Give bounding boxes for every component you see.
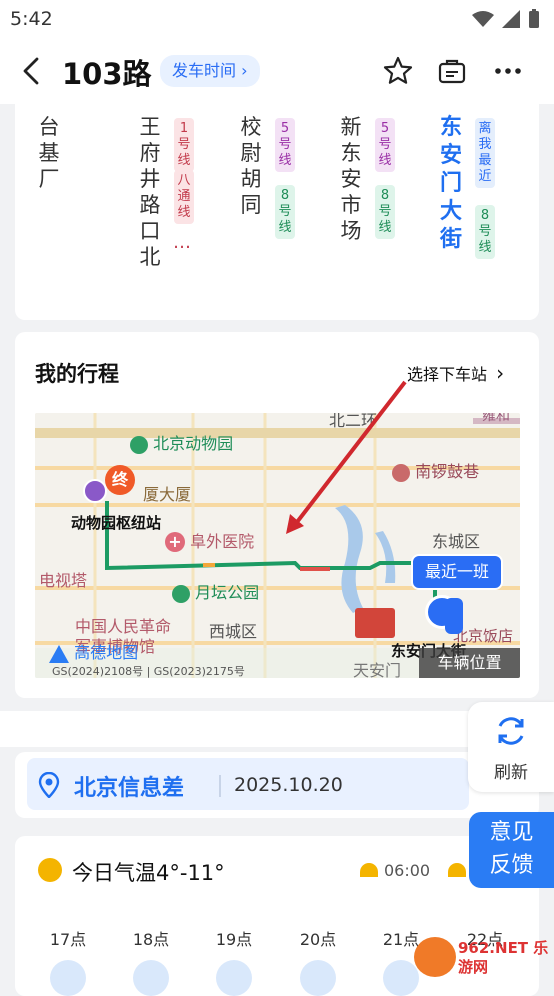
subway-tag: 5号线	[275, 118, 295, 172]
trip-title: 我的行程	[35, 362, 119, 386]
watermark: 962.NET 乐游网	[414, 935, 554, 981]
nearest-bus-bubble[interactable]: 最近一班	[411, 554, 503, 590]
status-bar: 5:42	[0, 0, 554, 40]
chevron-right-icon: ›	[496, 361, 505, 385]
subway-tag: 5号线	[375, 118, 395, 172]
moon-icon	[216, 960, 252, 996]
map-brand: 高德地图	[49, 639, 138, 663]
select-stop-label: 选择下车站	[407, 365, 488, 384]
annotation-arrow	[286, 380, 407, 534]
subway-tag: 8号线	[475, 205, 495, 259]
feedback-label-2: 反馈	[489, 853, 534, 878]
stop-name: 校尉胡同	[240, 115, 262, 217]
hour-item: 18点	[132, 930, 170, 949]
sunrise-time: 06:00	[384, 861, 431, 880]
hour-item: 19点	[215, 930, 253, 949]
tvtower-label: 电视塔	[39, 571, 88, 590]
stop-donganmen-current[interactable]: 东安门大街	[438, 114, 464, 254]
star-icon[interactable]	[382, 55, 414, 87]
route-title: 103路	[62, 57, 152, 91]
zoo-label: 北京动物园	[130, 430, 233, 454]
bus-stop-icon	[445, 598, 463, 634]
feedback-label-1: 意见	[489, 820, 534, 845]
stop-taijichang[interactable]: 台基厂	[36, 114, 62, 192]
location-pin-icon	[38, 772, 60, 798]
map-license: GS(2024)2108号 | GS(2023)2175号	[52, 665, 245, 678]
hub-label: 动物园枢纽站	[71, 514, 162, 532]
stop-xiaowei[interactable]: 校尉胡同	[238, 114, 264, 218]
info-title: 北京信息差	[74, 776, 185, 801]
schedule-button[interactable]: 发车时间 ›	[160, 55, 260, 87]
more-icon[interactable]	[492, 55, 524, 87]
stop-wangfujing[interactable]: 王府井路口北	[137, 114, 163, 270]
info-date: 2025.10.20	[234, 774, 343, 796]
vehicle-position-button[interactable]: 车辆位置	[419, 648, 520, 678]
subway-tag: 八通线	[174, 170, 194, 224]
watermark-logo-icon	[414, 937, 456, 977]
sun-icon	[38, 858, 62, 882]
refresh-icon	[498, 717, 524, 745]
stop-name: 台基厂	[38, 115, 60, 191]
signal-icon	[502, 10, 520, 28]
more-tags: …	[173, 232, 191, 253]
select-stop-button[interactable]: 选择下车站 ›	[407, 361, 504, 385]
sunset-icon	[448, 863, 466, 877]
stop-name: 王府井路口北	[139, 115, 161, 269]
feedback-button[interactable]: 意见 反馈	[469, 812, 554, 888]
info-separator	[219, 775, 221, 797]
fuwai-label: + 阜外医院	[165, 528, 254, 552]
weather-icon	[50, 960, 86, 996]
refresh-label: 刷新	[494, 763, 528, 783]
nearest-tag: 离我最近	[475, 118, 495, 188]
amap-logo-icon	[49, 644, 69, 663]
subway-tag: 8号线	[375, 185, 395, 239]
building-label: 厦大厦	[143, 485, 192, 504]
subway-tag: 8号线	[275, 185, 295, 239]
schedule-label: 发车时间	[172, 61, 237, 80]
refresh-button[interactable]: 刷新	[468, 702, 554, 792]
moon-icon	[300, 960, 336, 996]
wifi-icon	[472, 11, 494, 27]
stop-name: 东安门大街	[439, 115, 462, 252]
hour-item: 20点	[299, 930, 337, 949]
tiananmen-icon	[355, 608, 395, 638]
subway-tag: 1号线	[174, 118, 194, 172]
park-icon	[172, 584, 190, 603]
dongcheng-label: 东城区	[432, 532, 481, 551]
place-label: 雍和	[482, 413, 510, 424]
sunrise-icon	[360, 863, 378, 877]
watermark-text: 962.NET 乐游网	[458, 939, 549, 976]
bus-stop-icon	[83, 479, 107, 503]
moon-icon	[133, 960, 169, 996]
back-arrow-icon[interactable]	[16, 54, 50, 88]
clock: 5:42	[10, 8, 53, 30]
stop-xindongan[interactable]: 新东安市场	[338, 114, 364, 244]
battery-icon	[529, 9, 539, 28]
hospital-icon: +	[165, 532, 185, 552]
chevron-right-icon: ›	[241, 61, 248, 80]
end-marker: 终	[105, 465, 135, 495]
today-temp: 今日气温4°-11°	[72, 861, 225, 885]
xicheng-label: 西城区	[209, 622, 258, 641]
route-map[interactable]: 北京动物园 北二环 雍和 南锣鼓巷 厦大厦 终 动物园枢纽站 + 阜外医院 东城…	[35, 413, 520, 678]
yuetan-label: 月坛公园	[172, 579, 259, 603]
park-icon	[130, 435, 148, 454]
briefcase-icon[interactable]	[436, 55, 468, 87]
hour-item: 17点	[49, 930, 87, 949]
stop-name: 新东安市场	[340, 115, 362, 243]
top-bar: 103路 发车时间 ›	[0, 40, 554, 104]
